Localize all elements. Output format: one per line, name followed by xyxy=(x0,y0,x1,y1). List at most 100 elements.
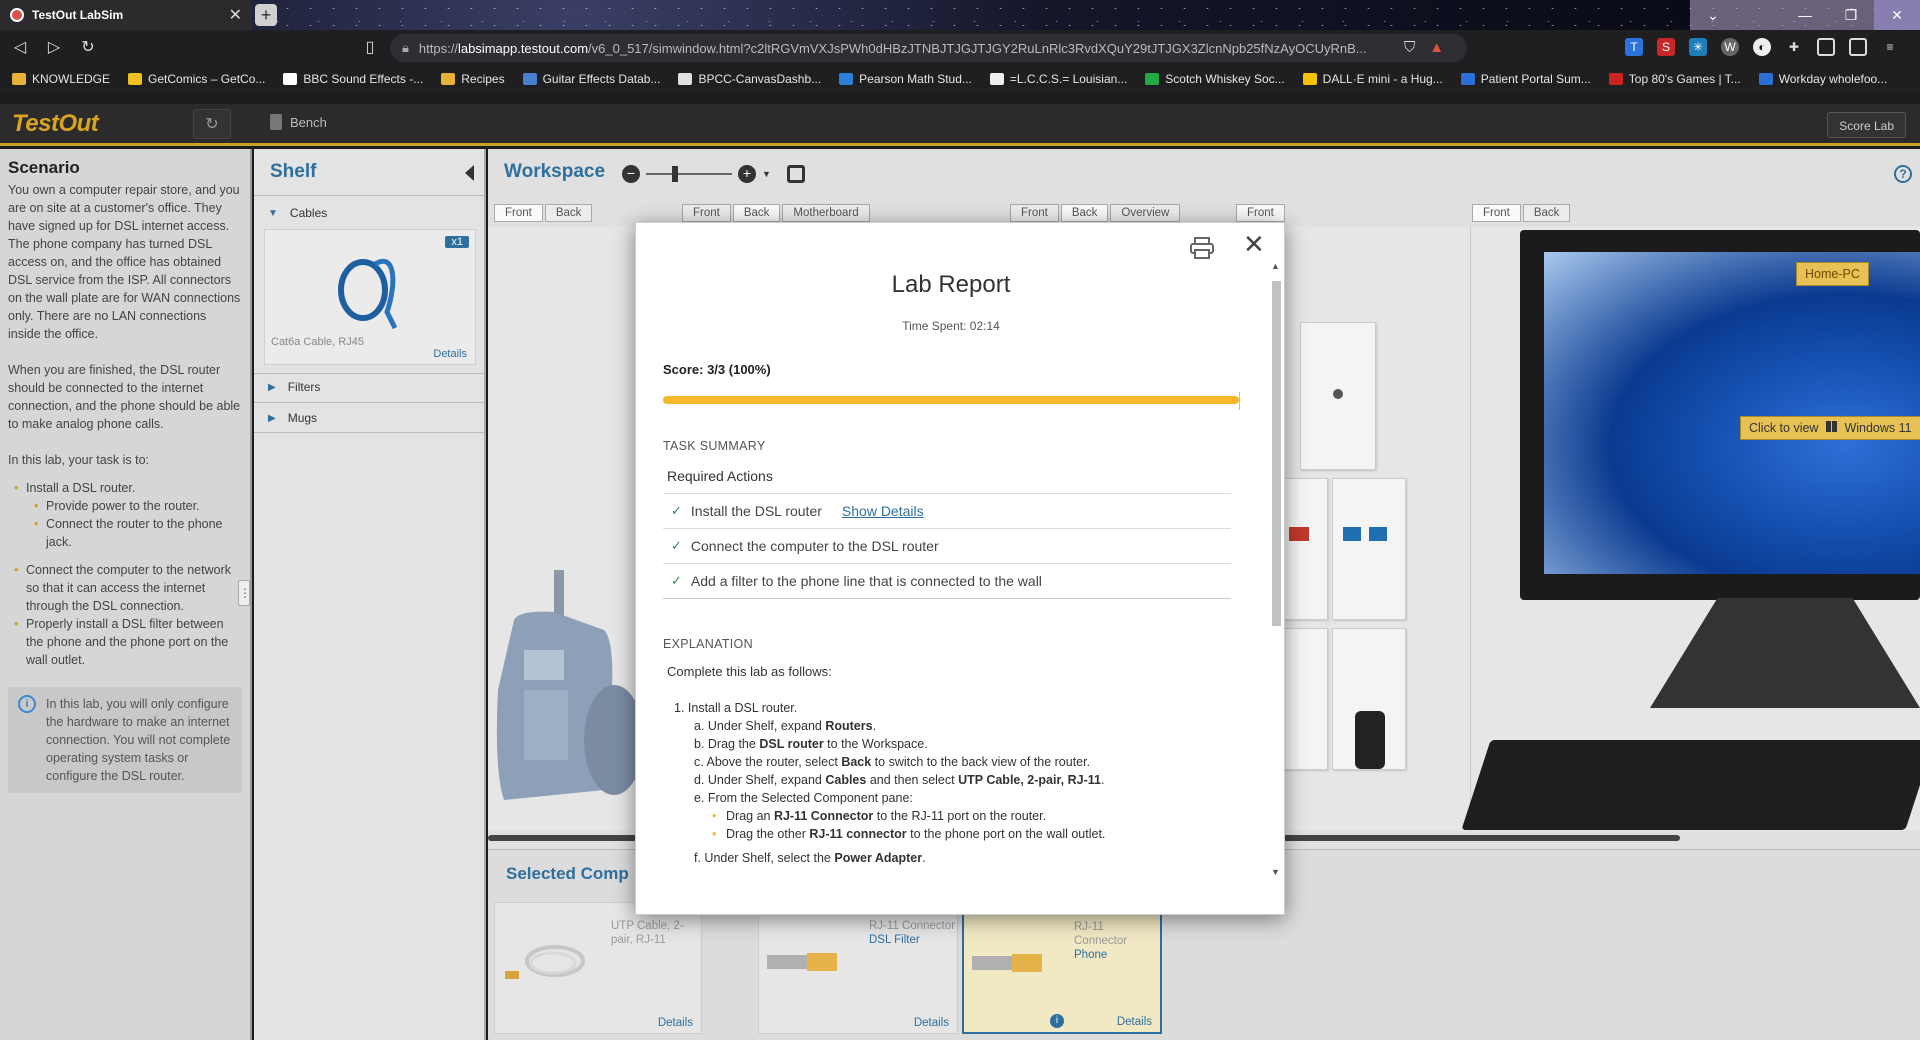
bookmark-favicon-icon xyxy=(441,73,456,85)
bookmark-item[interactable]: Guitar Effects Datab... xyxy=(522,72,660,86)
bookmark-item[interactable]: KNOWLEDGE xyxy=(12,72,110,86)
reload-icon[interactable]: ↻ xyxy=(74,34,102,62)
shelf-item-name: Cat6a Cable, RJ45 xyxy=(271,336,364,348)
bookmark-item[interactable]: BPCC-CanvasDashb... xyxy=(678,72,821,86)
scenario-task: Connect the computer to the network so t… xyxy=(14,561,242,615)
tab-front[interactable]: Front xyxy=(494,204,543,222)
bookmark-item[interactable]: Top 80's Games | T... xyxy=(1608,72,1741,86)
checkmark-icon: ✓ xyxy=(671,538,682,553)
score-lab-button[interactable]: Score Lab xyxy=(1827,112,1906,138)
bookmark-favicon-icon xyxy=(1145,73,1160,85)
restore-button[interactable]: ❐ xyxy=(1828,0,1874,30)
shelf-group-mugs[interactable]: ▶ Mugs xyxy=(268,411,317,425)
bookmark-item[interactable]: DALL·E mini - a Hug... xyxy=(1302,72,1443,86)
bookmark-item[interactable]: Workday wholefoo... xyxy=(1758,72,1887,86)
shelf-group-filters[interactable]: ▶ Filters xyxy=(268,380,320,394)
bookmark-label: Pearson Math Stud... xyxy=(859,72,972,86)
bookmark-item[interactable]: BBC Sound Effects -... xyxy=(283,72,423,86)
info-icon[interactable]: i xyxy=(1050,1014,1064,1028)
red-extension-icon[interactable]: S xyxy=(1657,38,1675,56)
windows-logo-icon xyxy=(1825,421,1837,432)
zoom-dropdown-icon[interactable]: ▼ xyxy=(762,169,771,179)
forward-arrow-icon[interactable]: ▷ xyxy=(40,34,68,62)
divider xyxy=(254,195,484,196)
click-to-view-windows-button[interactable]: Click to view Windows 11 xyxy=(1740,416,1920,440)
tab-motherboard[interactable]: Motherboard xyxy=(782,204,870,222)
details-link[interactable]: Details xyxy=(433,348,467,360)
report-scrollbar[interactable]: ▲ ▼ xyxy=(1270,261,1282,911)
bookmark-item[interactable]: Patient Portal Sum... xyxy=(1460,72,1591,86)
home-pc-label[interactable]: Home-PC xyxy=(1796,262,1869,286)
bookmark-icon[interactable]: ▯ xyxy=(356,34,384,62)
tab-front[interactable]: Front xyxy=(1236,204,1285,222)
shelf-group-cables[interactable]: ▼ Cables xyxy=(268,206,327,220)
component-utp-cable[interactable]: UTP Cable, 2-pair, RJ-11 Details xyxy=(494,902,702,1034)
tab-front[interactable]: Front xyxy=(1472,204,1521,222)
brave-shield-icon[interactable]: ⛉ xyxy=(1404,34,1415,62)
bench-label: Bench xyxy=(290,114,327,130)
wall-plate-phone[interactable] xyxy=(1332,478,1406,620)
puzzle-icon[interactable]: ✚ xyxy=(1785,38,1803,56)
zoom-slider[interactable] xyxy=(646,166,732,182)
chevron-down-icon[interactable]: ⌄ xyxy=(1690,0,1736,30)
minimize-button[interactable]: — xyxy=(1782,0,1828,30)
tab-front[interactable]: Front xyxy=(1010,204,1059,222)
browser-tab-active[interactable]: TestOut LabSim ✕ xyxy=(0,0,252,30)
tab-back[interactable]: Back xyxy=(1522,204,1571,222)
phone-port[interactable] xyxy=(1343,527,1361,541)
report-scrollbar-thumb[interactable] xyxy=(1272,281,1281,626)
component-rj11-phone[interactable]: RJ-11 Connector Phone i Details xyxy=(962,902,1162,1034)
menu-icon[interactable]: ≡ xyxy=(1881,38,1899,56)
reset-lab-button[interactable]: ↻ xyxy=(193,109,231,139)
bench-button[interactable]: Bench xyxy=(270,114,327,130)
bookmark-item[interactable]: Pearson Math Stud... xyxy=(839,72,972,86)
tab-back[interactable]: Back xyxy=(544,204,593,222)
pane-splitter-handle[interactable]: ⋮ xyxy=(238,580,251,606)
bookmark-item[interactable]: =L.C.C.S.= Louisian... xyxy=(989,72,1128,86)
translate-extension-icon[interactable]: T xyxy=(1625,38,1643,56)
circle-extension-icon[interactable]: ◐ xyxy=(1753,38,1771,56)
fit-to-screen-icon[interactable] xyxy=(786,165,805,183)
bookmark-item[interactable]: GetComics – GetCo... xyxy=(128,72,265,86)
bookmark-item[interactable]: Recipes xyxy=(441,72,505,86)
shelf-item-cat6a-cable[interactable]: x1 Cat6a Cable, RJ45 Details xyxy=(264,229,476,365)
scroll-down-icon[interactable]: ▼ xyxy=(1271,867,1280,877)
atom-extension-icon[interactable]: ✳ xyxy=(1689,38,1707,56)
details-link[interactable]: Details xyxy=(914,1017,949,1029)
bookmark-label: BPCC-CanvasDashb... xyxy=(698,72,822,86)
details-link[interactable]: Details xyxy=(658,1017,693,1029)
bookmark-item[interactable]: Scotch Whiskey Soc... xyxy=(1145,72,1285,86)
new-tab-button[interactable]: + xyxy=(255,4,277,26)
zoom-in-icon[interactable]: + xyxy=(738,165,756,183)
tab-close-icon[interactable]: ✕ xyxy=(229,5,242,25)
address-bar[interactable]: 🔒︎ https:// labsimapp.testout.com /v6_0_… xyxy=(390,34,1467,62)
sidebar-icon[interactable] xyxy=(1817,38,1835,56)
component-rj11-dsl-filter[interactable]: RJ-11 Connector DSL Filter Details xyxy=(758,902,958,1034)
wall-plate-coax xyxy=(1300,322,1376,470)
collapse-shelf-icon[interactable] xyxy=(465,165,474,181)
bookmark-favicon-icon xyxy=(989,73,1004,85)
tab-front[interactable]: Front xyxy=(682,204,731,222)
scroll-up-icon[interactable]: ▲ xyxy=(1271,261,1280,271)
close-window-button[interactable]: ✕ xyxy=(1874,0,1920,30)
help-icon[interactable]: ? xyxy=(1894,165,1912,183)
score-progress-end-tick xyxy=(1239,392,1240,410)
details-link[interactable]: Details xyxy=(1117,1016,1152,1028)
wallet-icon[interactable] xyxy=(1849,38,1867,56)
tab-back[interactable]: Back xyxy=(1060,204,1109,222)
bookmark-label: =L.C.C.S.= Louisian... xyxy=(1009,72,1128,86)
zoom-slider-knob[interactable] xyxy=(672,166,678,182)
show-details-link[interactable]: Show Details xyxy=(842,503,924,519)
w-extension-icon[interactable]: W xyxy=(1721,38,1739,56)
print-icon[interactable] xyxy=(1190,237,1214,259)
dsl-port[interactable] xyxy=(1369,527,1387,541)
tab-back[interactable]: Back xyxy=(732,204,781,222)
back-arrow-icon[interactable]: ◁ xyxy=(6,34,34,62)
view-tabs-monitor: Front Back xyxy=(1472,204,1571,222)
rj11-connector-image xyxy=(972,954,1042,972)
zoom-out-icon[interactable]: − xyxy=(622,165,640,183)
tab-overview[interactable]: Overview xyxy=(1110,204,1181,222)
brave-rewards-icon[interactable]: ▲ xyxy=(1429,34,1444,62)
close-icon[interactable]: ✕ xyxy=(1243,231,1265,257)
bookmark-label: Scotch Whiskey Soc... xyxy=(1165,72,1285,86)
